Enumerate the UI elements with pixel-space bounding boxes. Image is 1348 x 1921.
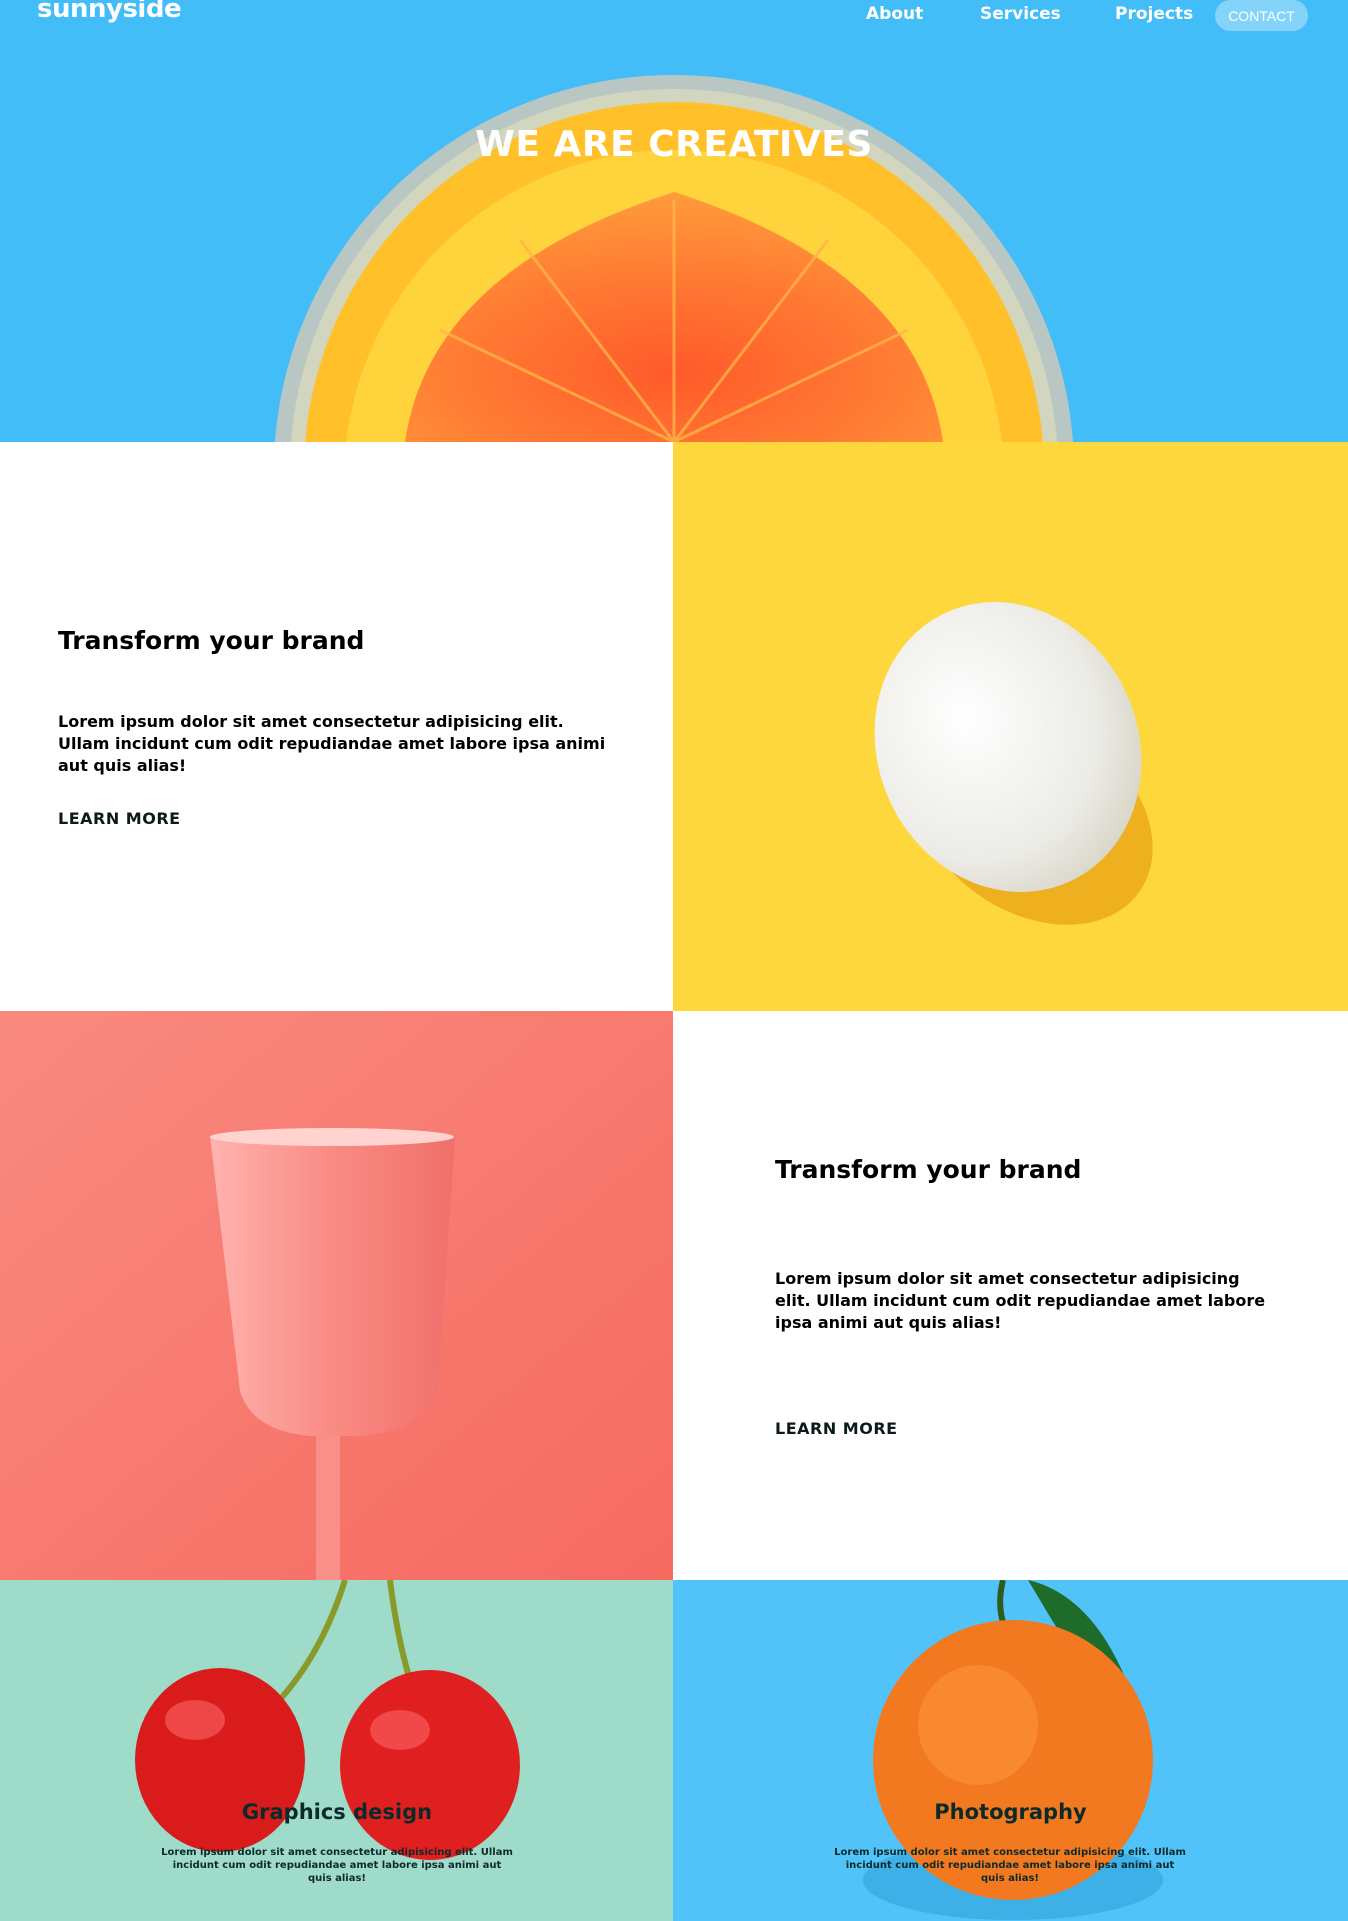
graphics-design-card: Graphics design Lorem ipsum dolor sit am… bbox=[0, 1580, 674, 1921]
section-body: Lorem ipsum dolor sit amet consectetur a… bbox=[775, 1269, 1266, 1332]
service-body: Lorem ipsum dolor sit amet consectetur a… bbox=[834, 1847, 1186, 1884]
nav-link-services[interactable]: Services bbox=[980, 4, 1061, 24]
contact-button[interactable]: CONTACT bbox=[1215, 0, 1308, 31]
logo[interactable]: sunnyside bbox=[37, 0, 182, 24]
glass-illustration bbox=[0, 1011, 674, 1580]
service-title: Photography bbox=[934, 1800, 1087, 1824]
grapefruit-image bbox=[0, 0, 1348, 442]
section-body: Lorem ipsum dolor sit amet consectetur a… bbox=[58, 712, 606, 775]
nav-link-projects[interactable]: Projects bbox=[1115, 4, 1193, 24]
section-title: Transform your brand bbox=[775, 1155, 1082, 1184]
hero-section: sunnyside About Services Projects CONTAC… bbox=[0, 0, 1348, 442]
section-title: Transform your brand bbox=[58, 626, 365, 655]
egg-illustration bbox=[874, 602, 1153, 925]
photography-card: Photography Lorem ipsum dolor sit amet c… bbox=[673, 1580, 1348, 1921]
hero-title: WE ARE CREATIVES bbox=[475, 124, 873, 165]
glass-image bbox=[0, 1011, 674, 1580]
service-title: Graphics design bbox=[241, 1800, 433, 1824]
egg-image bbox=[673, 442, 1348, 1011]
learn-more-link[interactable]: LEARN MORE bbox=[58, 809, 181, 828]
main-nav: sunnyside About Services Projects CONTAC… bbox=[0, 0, 1348, 40]
nav-link-about[interactable]: About bbox=[866, 4, 923, 24]
services-section: Graphics design Lorem ipsum dolor sit am… bbox=[0, 1580, 1348, 1921]
service-body: Lorem ipsum dolor sit amet consectetur a… bbox=[161, 1847, 513, 1884]
learn-more-link[interactable]: LEARN MORE bbox=[775, 1419, 898, 1438]
